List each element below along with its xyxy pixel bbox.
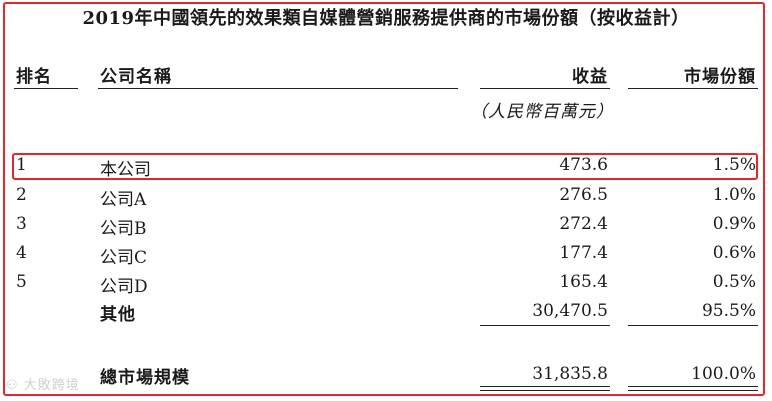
row-revenue: 473.6	[559, 155, 608, 175]
header-rule-company	[98, 88, 458, 89]
total-double-rule-revenue	[480, 386, 610, 391]
row-revenue: 272.4	[559, 214, 608, 234]
total-label: 總市場規模	[100, 368, 190, 388]
others-share: 95.5%	[701, 301, 756, 321]
row-revenue: 276.5	[559, 185, 608, 205]
others-revenue: 30,470.5	[532, 301, 608, 321]
total-revenue: 31,835.8	[532, 364, 608, 384]
row-share: 1.0%	[712, 185, 756, 205]
others-label: 其他	[100, 305, 136, 325]
row-rank: 5	[16, 272, 27, 292]
row-company: 公司C	[100, 248, 148, 268]
unit-label: （人民幣百萬元）	[470, 102, 614, 122]
header-rule-rank	[14, 88, 78, 89]
header-company: 公司名稱	[100, 67, 172, 87]
row-share: 0.5%	[712, 272, 756, 292]
watermark-logo-icon: ⚇	[6, 378, 24, 393]
header-revenue: 收益	[572, 67, 608, 87]
row-rank: 1	[16, 155, 27, 175]
row-rank: 3	[16, 214, 27, 234]
header-rank: 排名	[16, 67, 52, 87]
row-company: 公司D	[100, 277, 148, 297]
subtotal-rule-revenue	[480, 325, 610, 326]
header-rule-share	[628, 88, 758, 89]
row-rank: 2	[16, 185, 27, 205]
header-share: 市場份額	[684, 67, 756, 87]
row-share: 0.9%	[712, 214, 756, 234]
row-company: 公司A	[100, 190, 147, 210]
total-double-rule-share	[628, 386, 758, 391]
row-revenue: 165.4	[559, 272, 608, 292]
subtotal-rule-share	[628, 325, 758, 326]
total-share: 100.0%	[691, 364, 756, 384]
row-revenue: 177.4	[559, 243, 608, 263]
row-rank: 4	[16, 243, 27, 263]
row-company: 本公司	[100, 160, 151, 180]
row-company: 公司B	[100, 219, 147, 239]
row-share: 0.6%	[712, 243, 756, 263]
table-title: 2019年中國領先的效果類自媒體營銷服務提供商的市場份額（按收益計）	[82, 8, 690, 29]
watermark: ⚇ 大敗跨境	[6, 378, 80, 393]
header-rule-revenue	[480, 88, 610, 89]
row-share: 1.5%	[712, 155, 756, 175]
